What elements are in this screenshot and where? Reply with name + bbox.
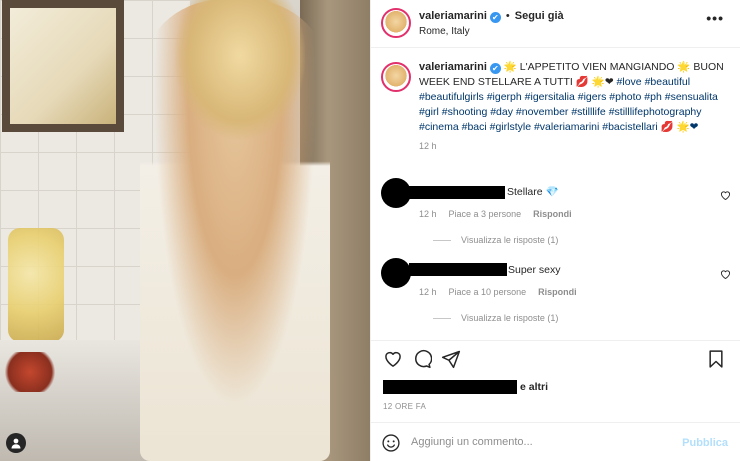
chopped-tomatoes (0, 352, 60, 392)
comment-meta-row: 12 h Piace a 10 persone Rispondi (419, 287, 589, 297)
post-location[interactable]: Rome, Italy (419, 26, 470, 37)
comment-likes-count[interactable]: Piace a 3 persone (449, 209, 522, 219)
emoji-icon[interactable] (381, 433, 401, 453)
post-caption: valeriamarini ✔ 🌟 L'APPETITO VIEN MANGIAN… (381, 60, 731, 151)
view-replies-label: Visualizza le risposte (1) (461, 313, 559, 323)
view-replies-button[interactable]: Visualizza le risposte (1) (433, 313, 558, 323)
comment-icon[interactable] (412, 349, 434, 371)
heart-icon[interactable] (383, 349, 405, 371)
redacted-username (409, 186, 505, 199)
comment-time: 12 h (419, 287, 437, 297)
likes-summary[interactable]: e altri (383, 380, 548, 394)
redacted-liker (383, 380, 517, 394)
comment: Super sexy 12 h Piace a 10 persone Rispond… (381, 258, 731, 328)
comment-likes-count[interactable]: Piace a 10 persone (449, 287, 527, 297)
author-avatar[interactable] (381, 8, 411, 38)
following-button[interactable]: Segui già (515, 10, 564, 22)
redacted-username (409, 263, 507, 276)
post-header: valeriamarini ✔ • Segui già Rome, Italy ••• (371, 0, 740, 48)
more-options-icon[interactable]: ••• (706, 10, 724, 26)
replies-line (433, 239, 451, 241)
redacted-avatar (381, 178, 411, 208)
action-bar (371, 340, 740, 378)
publish-button[interactable]: Pubblica (682, 437, 728, 449)
comment-like-heart-icon[interactable] (720, 269, 731, 282)
reply-button[interactable]: Rispondi (533, 209, 572, 219)
likes-suffix: e altri (520, 380, 549, 393)
author-username[interactable]: valeriamarini (419, 10, 487, 22)
comment-like-heart-icon[interactable] (720, 190, 731, 203)
view-replies-button[interactable]: Visualizza le risposte (1) (433, 235, 558, 245)
comment-time: 12 h (419, 209, 437, 219)
reply-button[interactable]: Rispondi (538, 287, 577, 297)
verified-badge-icon: ✔ (489, 63, 501, 74)
wall-picture (2, 0, 124, 132)
redacted-avatar (381, 258, 411, 288)
share-icon[interactable] (441, 349, 463, 371)
post-timestamp[interactable]: 12 ORE FA (383, 402, 426, 411)
post-side-panel: valeriamarini ✔ • Segui già Rome, Italy •••… (370, 0, 740, 461)
view-replies-label: Visualizza le risposte (1) (461, 235, 559, 245)
comment-text: Stellare 💎 (507, 186, 559, 198)
comment-input[interactable] (411, 431, 661, 453)
caption-username[interactable]: valeriamarini (419, 61, 487, 73)
caption-text: valeriamarini ✔ 🌟 L'APPETITO VIEN MANGIAN… (419, 60, 731, 135)
comment: Stellare 💎 12 h Piace a 3 persone Rispondi… (381, 178, 731, 248)
instagram-post: valeriamarini ✔ • Segui già Rome, Italy •••… (0, 0, 740, 461)
caption-avatar[interactable] (381, 62, 411, 92)
replies-line (433, 317, 451, 319)
comment-text: Super sexy (508, 264, 561, 276)
add-comment-bar: Pubblica (371, 422, 740, 461)
user-tag-icon[interactable] (6, 433, 26, 453)
verified-badge-icon: ✔ (489, 12, 501, 23)
post-photo[interactable] (0, 0, 370, 461)
bookmark-icon[interactable] (706, 349, 728, 371)
header-user-line: valeriamarini ✔ • Segui già (419, 10, 564, 23)
blonde-hair (175, 0, 305, 140)
lemon-jar (8, 228, 64, 342)
separator-dot: • (505, 10, 510, 22)
caption-time: 12 h (419, 141, 437, 151)
comment-meta-row: 12 h Piace a 3 persone Rispondi (419, 209, 584, 219)
